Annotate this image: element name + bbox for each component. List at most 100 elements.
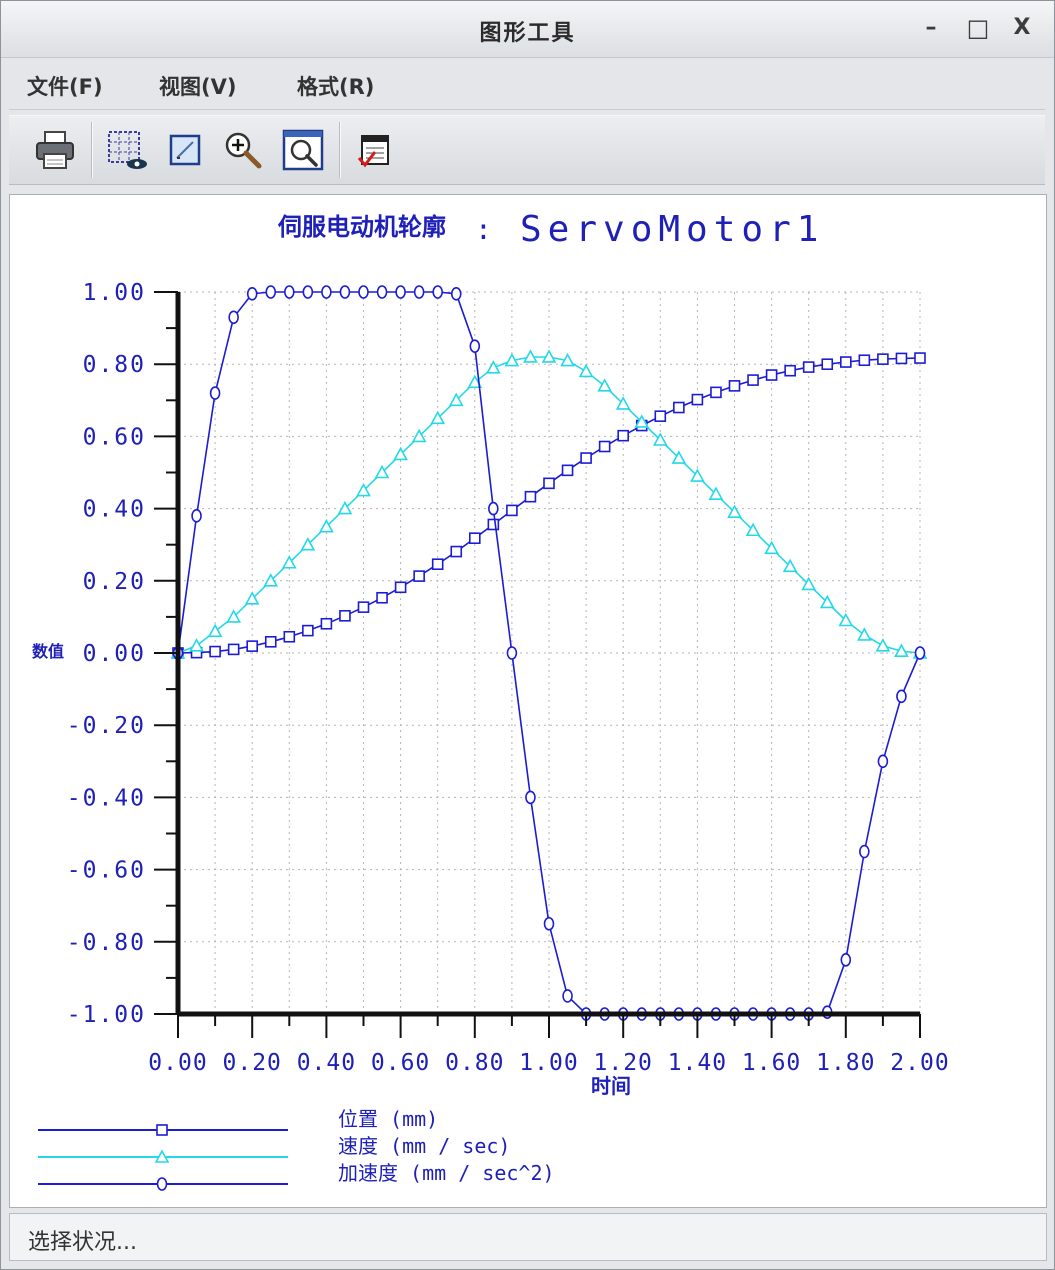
y-tick-label: 0.40 [83,497,146,523]
axes: 1.00 0.80 0.60 0.40 0.20 0.00 -0.20 -0.40 -0.60 -… [67,280,949,1076]
menu-format[interactable]: 格式(R) [297,71,374,101]
data-point [728,380,741,392]
data-point [877,754,889,769]
data-point [189,638,204,652]
data-point [802,361,815,373]
maximize-button[interactable]: □ [963,13,993,43]
y-tick-label: -0.20 [67,713,146,739]
data-point [525,790,536,805]
data-point [488,501,499,516]
data-point [914,646,926,660]
y-tick-label: -0.40 [67,785,146,811]
print-button[interactable] [31,126,79,174]
data-point [468,532,481,545]
data-point [765,369,778,381]
status-text: 选择状况... [28,1230,137,1255]
minimize-button[interactable]: – [916,13,946,43]
legend-marker [156,1124,168,1136]
graph-tool-window: 图形工具 – □ X 文件(F) 视图(V) 格式(R) 伺服电动机轮廓: S… [0,0,1055,1270]
x-tick-label: 0.20 [223,1050,282,1076]
y-tick-label: -1.00 [67,1002,146,1028]
zoom-fit-button[interactable] [279,126,327,174]
x-axis-label: 时间 [591,1074,631,1098]
y-tick-label: -0.60 [67,858,146,884]
menu-view[interactable]: 视图(V) [159,71,236,101]
servo-motor-chart: 伺服电动机轮廓 : ServoMotor1 1.00 0.80 0.60 0.40 0.… [32,209,949,1191]
legend-marker [156,1177,168,1191]
data-point [265,285,277,299]
x-tick-label: 1.80 [816,1050,875,1076]
y-tick-label: 0.00 [83,641,146,667]
data-point [747,374,759,386]
data-point [450,287,462,301]
chart-title-separator: : [475,213,492,246]
data-point [858,354,871,367]
data-point [597,378,612,392]
legend-label: 加速度 (mm / sec^2) [338,1161,555,1185]
x-tick-label: 1.60 [742,1050,801,1076]
y-tick-label: -0.80 [67,930,146,956]
data-point [207,623,223,638]
data-point [413,285,425,299]
x-tick-label: 2.00 [890,1050,949,1076]
y-tick-label: 0.20 [83,569,146,595]
data-point [877,353,889,365]
data-point [321,285,332,299]
data-point [617,429,630,442]
data-point [524,490,537,503]
series-0 [172,352,926,659]
data-point [302,624,314,637]
legend: 位置 (mm) 速度 (mm / sec) 加速度 (mm / sec^2) [38,1107,555,1191]
data-point [487,518,500,531]
data-point [339,285,351,299]
edit-format-button[interactable] [161,126,209,174]
data-point [562,989,573,1003]
data-point [413,570,425,582]
chart-title-name: ServoMotor1 [520,209,824,250]
data-point [209,386,221,400]
data-point [283,630,296,643]
data-point [246,287,258,301]
export-table-button[interactable] [351,126,399,174]
grid-view-icon [108,131,147,169]
data-point [394,581,407,594]
zoom-in-icon [225,132,262,169]
title-bar[interactable]: 图形工具 – □ X [1,1,1054,58]
x-tick-label: 1.20 [594,1050,653,1076]
zoom-fit-icon [282,129,324,171]
data-point [691,393,704,406]
printer-icon [36,131,74,169]
data-point [673,401,685,414]
data-point [376,285,388,299]
export-table-icon [357,135,389,168]
grid-view-button[interactable] [103,126,151,174]
data-point [784,364,796,377]
data-point [357,601,370,613]
data-point [821,358,834,370]
data-point [432,285,444,299]
menu-bar: 文件(F) 视图(V) 格式(R) [9,59,1045,110]
legend-label: 速度 (mm / sec) [338,1134,510,1158]
y-tick-label: 0.60 [83,424,146,450]
zoom-in-button[interactable] [219,126,267,174]
chart-area: 伺服电动机轮廓 : ServoMotor1 1.00 0.80 0.60 0.40 0.… [9,194,1047,1208]
data-point [228,310,239,325]
close-button[interactable]: X [1007,13,1037,43]
data-point [358,285,369,299]
toolbar [9,115,1045,185]
y-tick-label: 0.80 [83,352,146,378]
x-tick-label: 0.40 [297,1050,356,1076]
toolbar-separator [339,122,341,178]
x-tick-label: 0.00 [148,1050,207,1076]
menu-file[interactable]: 文件(F) [27,71,103,101]
grid-lines [177,291,921,1015]
status-bar: 选择状况... [9,1213,1047,1261]
data-point [654,410,667,422]
toolbar-separator [91,122,93,178]
x-tick-label: 0.80 [445,1050,504,1076]
data-point [543,916,555,931]
window-title: 图形工具 [479,21,576,46]
data-point [561,464,574,477]
data-point [191,509,202,523]
y-axis-label: 数值 [32,642,64,661]
